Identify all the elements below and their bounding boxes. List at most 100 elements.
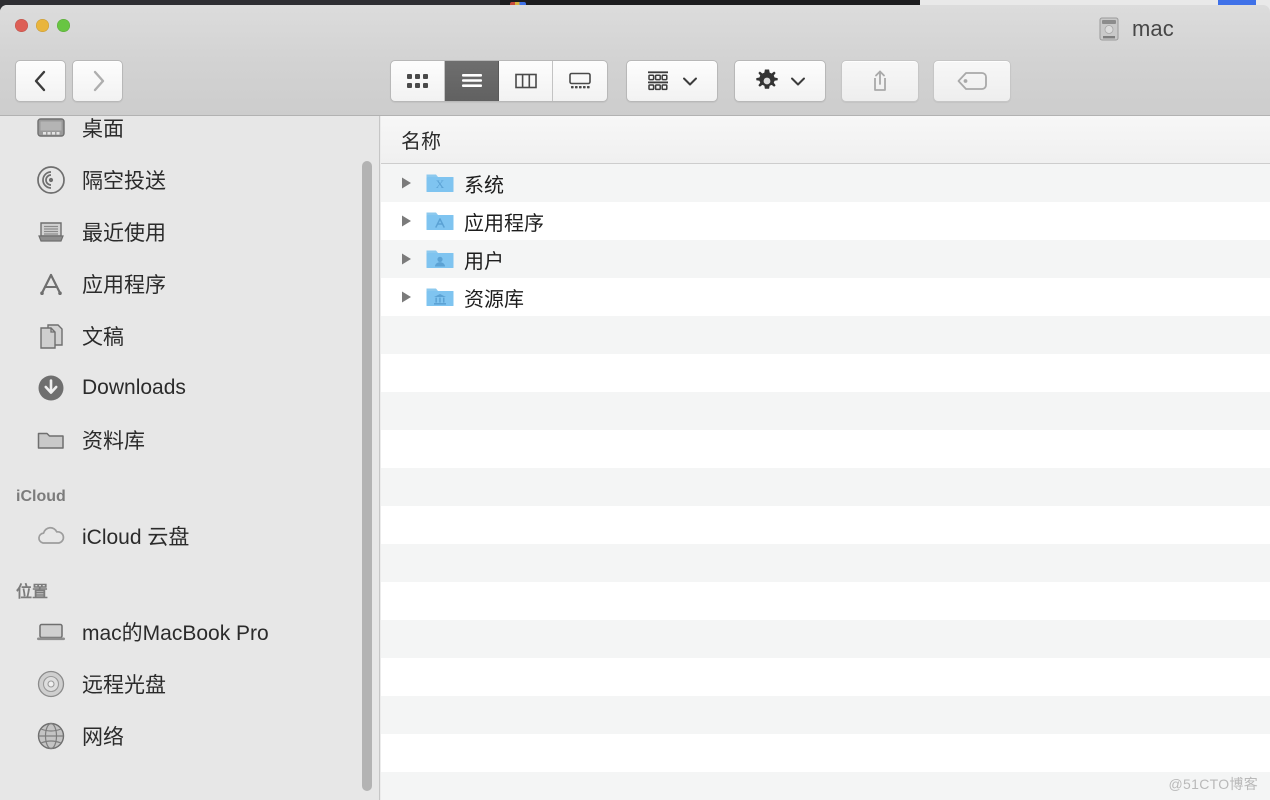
empty-row[interactable] xyxy=(381,430,1270,468)
close-button[interactable] xyxy=(15,19,28,32)
folder-applications-icon xyxy=(426,212,454,230)
network-globe-icon xyxy=(34,721,68,751)
window-titlebar: mac xyxy=(0,5,1270,116)
window-title-group: mac xyxy=(1095,15,1174,43)
arrange-button[interactable] xyxy=(626,60,718,102)
sidebar-item-label: 隔空投送 xyxy=(82,170,166,193)
folder-library-icon xyxy=(426,288,454,306)
list-icon xyxy=(461,74,482,87)
empty-row[interactable] xyxy=(381,582,1270,620)
sidebar-item-label: 资料库 xyxy=(82,430,145,453)
share-button[interactable] xyxy=(841,60,919,102)
sidebar-section-icloud: iCloud xyxy=(16,488,66,505)
grid-icon xyxy=(406,74,428,88)
disclosure-triangle-icon[interactable] xyxy=(399,289,425,305)
table-row[interactable]: X 系统 xyxy=(381,164,1270,202)
finder-window: mac 桌面 隔空投送 最近使用 应用程序 文稿 Downloads 资料库 i… xyxy=(0,5,1270,800)
empty-row[interactable] xyxy=(381,392,1270,430)
sidebar: 桌面 隔空投送 最近使用 应用程序 文稿 Downloads 资料库 iClou… xyxy=(0,116,380,800)
sidebar-list: 桌面 隔空投送 最近使用 应用程序 文稿 Downloads 资料库 iClou… xyxy=(0,116,380,762)
sidebar-item-desktop[interactable]: 桌面 xyxy=(0,116,380,154)
gallery-view-button[interactable] xyxy=(553,61,607,101)
recents-icon xyxy=(34,217,68,247)
tags-button[interactable] xyxy=(933,60,1011,102)
sidebar-item-applications[interactable]: 应用程序 xyxy=(0,258,380,310)
sidebar-item-label: iCloud 云盘 xyxy=(82,526,190,549)
sidebar-item-label: 远程光盘 xyxy=(82,674,166,697)
table-row[interactable]: 应用程序 xyxy=(381,202,1270,240)
minimize-button[interactable] xyxy=(36,19,49,32)
folder-system-icon: X xyxy=(426,174,454,192)
forward-button[interactable] xyxy=(72,60,123,102)
laptop-icon xyxy=(34,617,68,647)
action-button[interactable] xyxy=(734,60,826,102)
empty-row[interactable] xyxy=(381,354,1270,392)
sidebar-item-downloads[interactable]: Downloads xyxy=(0,362,380,414)
gallery-icon xyxy=(569,72,591,89)
downloads-icon xyxy=(34,373,68,403)
sidebar-item-label: 最近使用 xyxy=(82,222,166,245)
navigation-buttons xyxy=(15,60,123,102)
empty-row[interactable] xyxy=(381,316,1270,354)
desktop-icon xyxy=(34,116,68,143)
list-view-button[interactable] xyxy=(445,61,499,101)
file-name: 应用程序 xyxy=(464,212,544,235)
documents-icon xyxy=(34,321,68,351)
chevron-right-icon xyxy=(93,70,104,92)
airdrop-icon xyxy=(34,165,68,195)
empty-row[interactable] xyxy=(381,696,1270,734)
folder-users-icon xyxy=(426,250,454,268)
sidebar-item-label: 网络 xyxy=(82,726,124,749)
chevron-down-icon xyxy=(791,77,805,85)
icon-view-button[interactable] xyxy=(391,61,445,101)
maximize-button[interactable] xyxy=(57,19,70,32)
gear-icon xyxy=(756,69,778,89)
disclosure-triangle-icon[interactable] xyxy=(399,175,425,191)
cloud-icon xyxy=(34,521,68,551)
sidebar-section-locations: 位置 xyxy=(16,584,49,601)
empty-row[interactable] xyxy=(381,468,1270,506)
back-button[interactable] xyxy=(15,60,66,102)
traffic-light-group xyxy=(15,19,70,32)
tag-icon xyxy=(957,72,987,90)
empty-row[interactable] xyxy=(381,772,1270,800)
table-row[interactable]: 资源库 xyxy=(381,278,1270,316)
file-rows: X 系统 应用程序 用户 资源库 xyxy=(381,164,1270,800)
column-header: 名称 xyxy=(381,116,1270,164)
file-name: 系统 xyxy=(464,174,504,197)
sidebar-item-recents[interactable]: 最近使用 xyxy=(0,206,380,258)
columns-icon xyxy=(514,73,537,89)
sidebar-item-library-folder[interactable]: 资料库 xyxy=(0,414,380,466)
share-icon xyxy=(874,70,886,91)
sidebar-item-documents[interactable]: 文稿 xyxy=(0,310,380,362)
empty-row[interactable] xyxy=(381,544,1270,582)
chevron-down-icon xyxy=(683,77,697,85)
file-list-panel: 名称 X 系统 应用程序 用户 资源库 xyxy=(381,116,1270,800)
hard-drive-icon xyxy=(1099,17,1119,41)
optical-disc-icon xyxy=(34,669,68,699)
disclosure-triangle-icon[interactable] xyxy=(399,213,425,229)
sidebar-item-label: 桌面 xyxy=(82,118,124,141)
svg-text:X: X xyxy=(436,177,445,191)
watermark: @51CTO博客 xyxy=(1168,776,1258,792)
arrange-icon xyxy=(648,71,668,91)
sidebar-item-macbook-pro[interactable]: mac的MacBook Pro xyxy=(0,606,380,658)
folder-icon xyxy=(34,425,68,455)
sidebar-item-label: Downloads xyxy=(82,376,186,399)
empty-row[interactable] xyxy=(381,506,1270,544)
empty-row[interactable] xyxy=(381,658,1270,696)
file-name: 资源库 xyxy=(464,288,524,311)
column-view-button[interactable] xyxy=(499,61,553,101)
sidebar-scrollbar[interactable] xyxy=(362,161,372,791)
empty-row[interactable] xyxy=(381,620,1270,658)
disclosure-triangle-icon[interactable] xyxy=(399,251,425,267)
sidebar-item-label: mac的MacBook Pro xyxy=(82,622,269,645)
table-row[interactable]: 用户 xyxy=(381,240,1270,278)
sidebar-item-airdrop[interactable]: 隔空投送 xyxy=(0,154,380,206)
sidebar-item-network[interactable]: 网络 xyxy=(0,710,380,762)
sidebar-item-remote-disc[interactable]: 远程光盘 xyxy=(0,658,380,710)
window-body: 桌面 隔空投送 最近使用 应用程序 文稿 Downloads 资料库 iClou… xyxy=(0,116,1270,800)
sidebar-item-icloud-drive[interactable]: iCloud 云盘 xyxy=(0,510,380,562)
applications-icon xyxy=(34,269,68,299)
empty-row[interactable] xyxy=(381,734,1270,772)
